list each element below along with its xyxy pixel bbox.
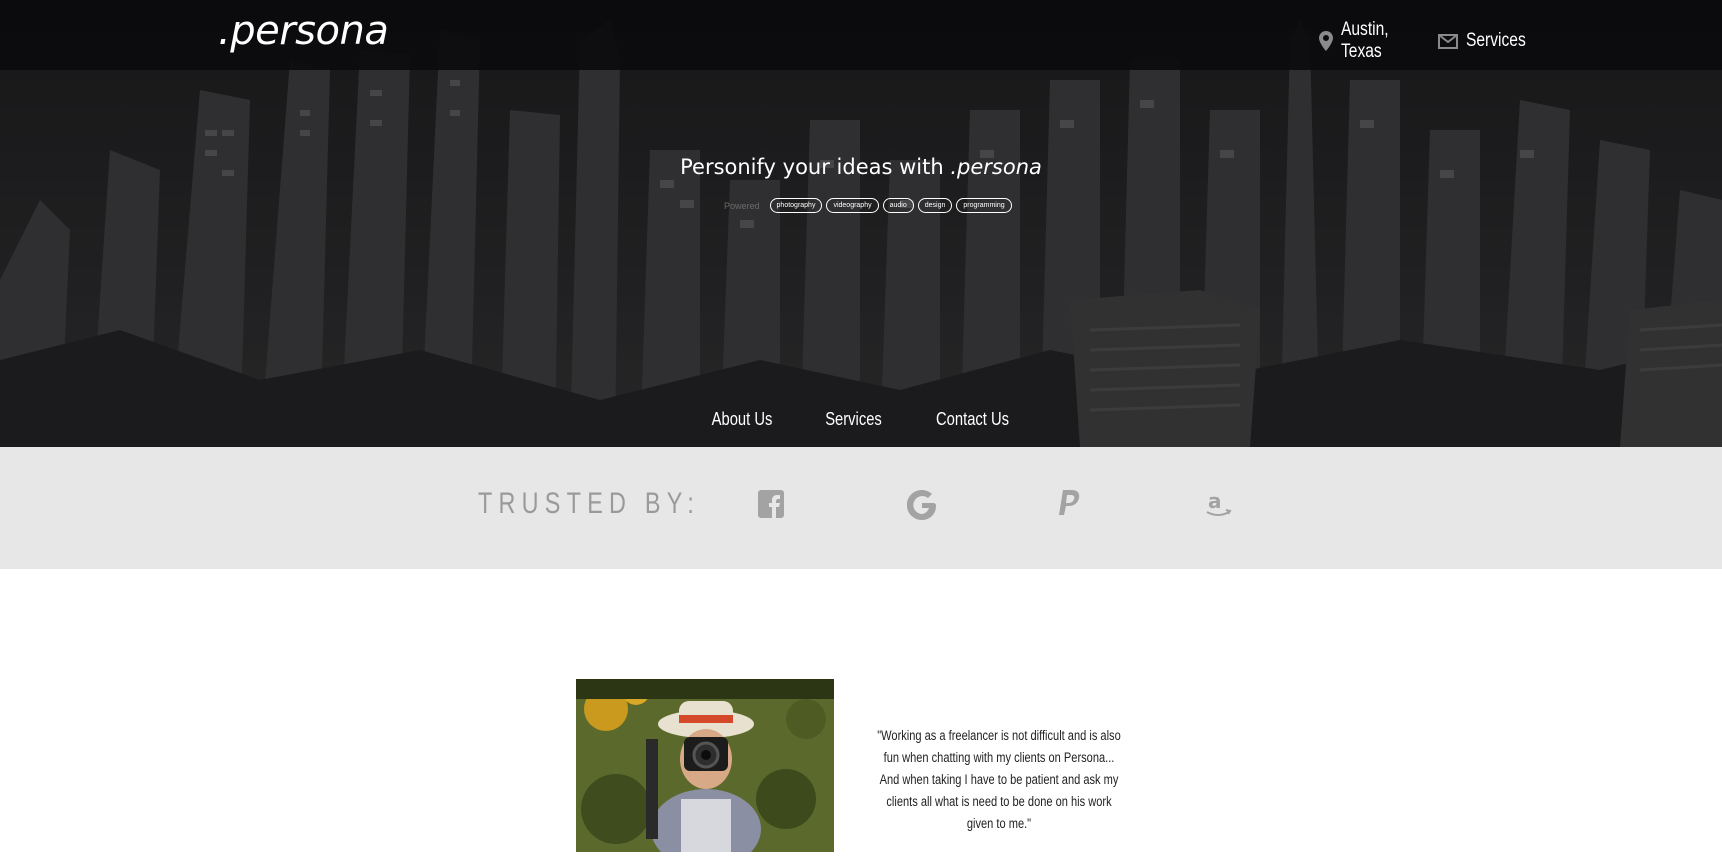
hero-navigation: About Us Services Contact Us [0,409,1722,430]
site-logo[interactable]: .persona [218,8,389,54]
tag-videography[interactable]: videography [826,198,879,213]
tags-prefix: Powered [724,200,760,211]
amazon-icon: a [1206,489,1232,523]
top-navbar: .persona Austin, Texas Services [0,0,1722,70]
testimonial-quote: "Working as a freelancer is not difficul… [846,725,1152,835]
location-text: Austin, Texas [1341,19,1389,62]
trusted-by-section: TRUSTED BY: a [0,447,1722,569]
svg-text:a: a [1208,490,1222,513]
testimonial-photo [576,679,834,852]
envelope-icon [1438,33,1458,49]
tag-photography[interactable]: photography [769,198,823,213]
facebook-icon [758,490,784,523]
nav-about-us[interactable]: About Us [712,409,773,430]
headline-prefix: Personify your ideas with [680,155,944,179]
header-contact: Austin, Texas Services [1319,19,1526,63]
nav-contact-us[interactable]: Contact Us [936,409,1009,430]
tag-design[interactable]: design [917,198,953,213]
paypal-icon [1058,490,1082,523]
hero-headline: Personify your ideas with .persona [0,155,1722,179]
quote-text: "Working as a freelancer is not difficul… [877,728,1121,831]
google-icon [906,490,937,525]
tag-audio[interactable]: audio [882,198,914,213]
map-marker-icon [1319,31,1333,51]
headline-brand: .persona [950,155,1042,179]
services-link[interactable]: Services [1466,30,1526,52]
hero-section: .persona Austin, Texas Services Personif… [0,0,1722,447]
nav-services[interactable]: Services [825,409,882,430]
trusted-label: TRUSTED BY: [478,487,701,520]
skill-tags: Powered photography videography audio de… [724,198,1012,213]
tag-programming[interactable]: programming [956,198,1012,213]
